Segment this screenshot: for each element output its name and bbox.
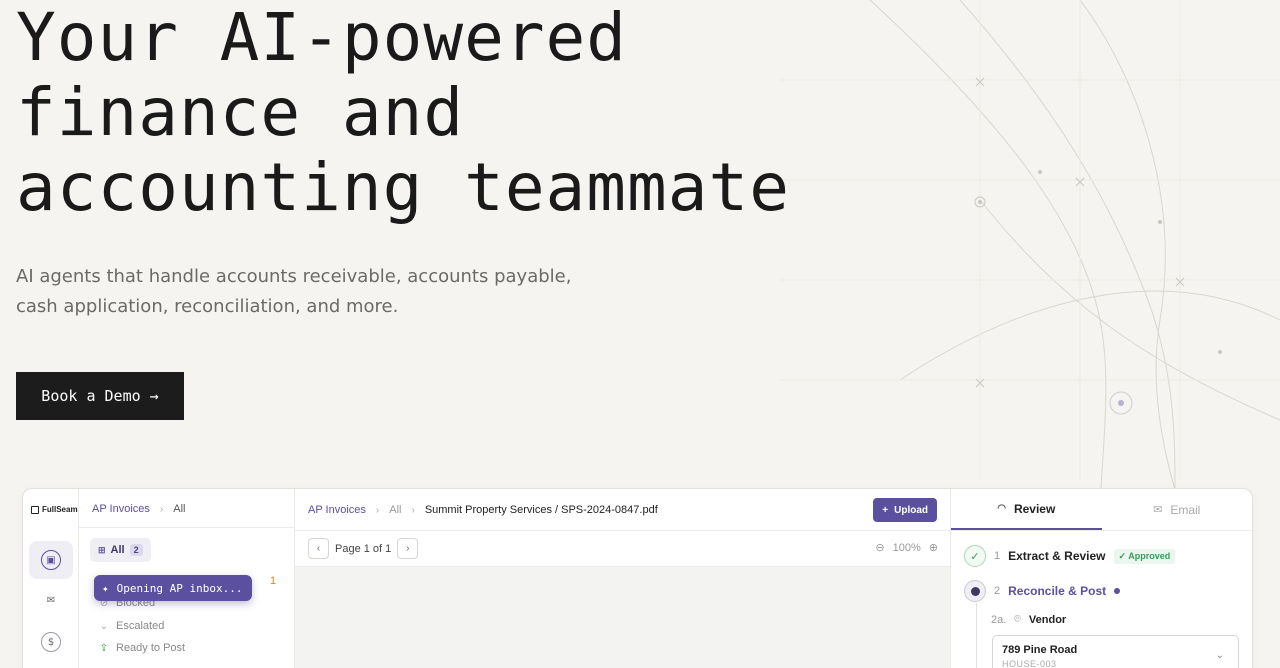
step-extract-review[interactable]: ✓ 1 Extract & Review ✓ Approved bbox=[964, 545, 1176, 567]
chevron-right-icon: › bbox=[411, 504, 415, 516]
approved-badge: ✓ Approved bbox=[1113, 548, 1176, 564]
app-preview-window: FullSeam ▣ ✉ $ AP Invoices › All ⊞ All 2… bbox=[22, 488, 1253, 668]
divider bbox=[295, 530, 950, 531]
breadcrumb-ap-invoices[interactable]: AP Invoices bbox=[92, 503, 150, 515]
breadcrumb: AP Invoices › All bbox=[92, 503, 185, 515]
chevron-down-icon: ⌄ bbox=[1215, 650, 1224, 661]
vendor-code: HOUSE-003 bbox=[1002, 659, 1057, 668]
rail-item-mail[interactable]: ✉ bbox=[29, 581, 73, 619]
book-demo-label: Book a Demo → bbox=[41, 387, 159, 405]
brand-icon bbox=[31, 505, 39, 514]
hero-subtitle: AI agents that handle accounts receivabl… bbox=[16, 266, 572, 317]
toast-text: Opening AP inbox... bbox=[116, 581, 243, 595]
chevron-down-icon: ⌄ bbox=[99, 620, 109, 632]
review-panel: ◠ Review ✉ Email ✓ 1 Extract & Review ✓ … bbox=[951, 489, 1252, 668]
vendor-address: 789 Pine Road bbox=[1002, 644, 1078, 656]
status-label: Escalated bbox=[116, 620, 165, 632]
invoice-list-pane: AP Invoices › All ⊞ All 2 1 ✦ Opening AP… bbox=[79, 489, 295, 668]
opening-inbox-toast: ✦ Opening AP inbox... bbox=[94, 575, 252, 601]
spinner-icon: ◠ bbox=[997, 503, 1006, 514]
document-viewer: AP Invoices › All › Summit Property Serv… bbox=[295, 489, 951, 668]
tab-label: Email bbox=[1170, 502, 1201, 517]
filter-count-badge: 2 bbox=[129, 544, 143, 556]
divider bbox=[79, 527, 294, 528]
app-sidebar-rail: FullSeam ▣ ✉ $ bbox=[23, 489, 79, 668]
upload-button[interactable]: + Upload bbox=[873, 498, 937, 522]
substep-vendor: 2a. ⌾ Vendor bbox=[991, 613, 1066, 626]
upload-label: Upload bbox=[894, 504, 928, 516]
zoom-out-icon[interactable]: ⊖ bbox=[875, 541, 884, 554]
book-demo-button[interactable]: Book a Demo → bbox=[16, 372, 184, 420]
chevron-right-icon: › bbox=[375, 504, 380, 516]
document-canvas bbox=[295, 567, 950, 668]
brand-name: FullSeam bbox=[42, 505, 78, 514]
page-navigator: ‹ Page 1 of 1 › bbox=[308, 538, 419, 559]
mail-icon: ✉ bbox=[46, 594, 56, 606]
prev-page-button[interactable]: ‹ bbox=[308, 538, 329, 559]
status-item-escalated[interactable]: ⌄ Escalated bbox=[99, 620, 165, 632]
viewer-breadcrumb: AP Invoices › All › Summit Property Serv… bbox=[308, 504, 658, 516]
breadcrumb-all: All bbox=[173, 503, 186, 515]
hero-title-line: accounting teammate bbox=[16, 149, 790, 226]
hero-title-line: Your AI-powered bbox=[16, 0, 628, 76]
status-item-ready-to-post[interactable]: ⇪ Ready to Post bbox=[99, 642, 185, 654]
breadcrumb-ap-invoices[interactable]: AP Invoices bbox=[308, 504, 366, 516]
tab-email[interactable]: ✉ Email bbox=[1102, 489, 1253, 530]
sparkle-icon: ✦ bbox=[102, 581, 109, 595]
step-index: 2 bbox=[994, 585, 1001, 597]
step-label: Extract & Review bbox=[1008, 549, 1106, 563]
check-icon: ✓ bbox=[964, 545, 986, 567]
step-index: 1 bbox=[994, 550, 1001, 562]
vendor-select[interactable]: 789 Pine Road HOUSE-003 ⌄ bbox=[992, 635, 1239, 668]
review-tabs: ◠ Review ✉ Email bbox=[951, 489, 1252, 531]
step-reconcile-post[interactable]: 2 Reconcile & Post bbox=[964, 580, 1121, 602]
plus-icon: + bbox=[882, 504, 889, 516]
location-pin-icon: ⌾ bbox=[1014, 613, 1021, 625]
chevron-right-icon: › bbox=[159, 503, 164, 515]
dollar-icon: $ bbox=[41, 632, 61, 652]
grid-icon: ⊞ bbox=[98, 544, 106, 555]
page-label: Page 1 of 1 bbox=[335, 542, 392, 555]
hero-title: Your AI-powered finance and accounting t… bbox=[16, 0, 816, 225]
step-connector bbox=[976, 603, 977, 668]
hero-title-line: finance and bbox=[16, 74, 465, 151]
document-icon: ▣ bbox=[41, 550, 61, 570]
tab-review[interactable]: ◠ Review bbox=[951, 489, 1102, 530]
pending-count: 1 bbox=[270, 575, 277, 587]
step-label: Reconcile & Post bbox=[1008, 584, 1107, 598]
rail-item-invoices[interactable]: ▣ bbox=[29, 541, 73, 579]
upload-icon: ⇪ bbox=[99, 642, 109, 654]
breadcrumb-all[interactable]: All bbox=[389, 504, 401, 516]
substep-index: 2a. bbox=[991, 613, 1007, 626]
zoom-in-icon[interactable]: ⊕ bbox=[929, 541, 938, 554]
filter-all-label: All bbox=[110, 544, 125, 556]
active-dot bbox=[1114, 588, 1121, 594]
tab-label: Review bbox=[1013, 501, 1056, 516]
zoom-controls: ⊖ 100% ⊕ bbox=[875, 541, 938, 555]
current-step-icon bbox=[964, 580, 986, 602]
brand-logo: FullSeam bbox=[31, 505, 78, 514]
approved-text: Approved bbox=[1128, 550, 1171, 561]
mail-icon: ✉ bbox=[1153, 504, 1163, 516]
breadcrumb-file: Summit Property Services / SPS-2024-0847… bbox=[424, 504, 658, 516]
zoom-level: 100% bbox=[892, 541, 921, 554]
filter-all-chip[interactable]: ⊞ All 2 bbox=[90, 538, 151, 562]
rail-item-payments[interactable]: $ bbox=[29, 623, 73, 661]
substep-label: Vendor bbox=[1028, 613, 1067, 626]
status-label: Ready to Post bbox=[116, 642, 186, 654]
next-page-button[interactable]: › bbox=[397, 538, 419, 559]
